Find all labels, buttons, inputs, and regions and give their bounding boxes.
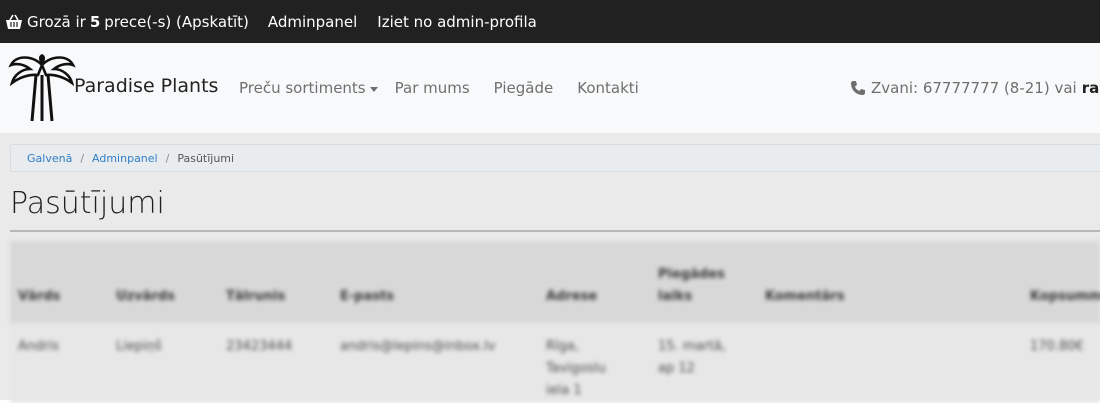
table-header: Vārds Uzvārds Tālrunis E-pasts Adrese Pi…	[10, 241, 1100, 323]
palm-logo-icon[interactable]	[8, 53, 76, 123]
cell-phone: 23423444	[226, 339, 293, 354]
nav-links: Preču sortiments Par mums Piegāde Kontak…	[239, 79, 639, 97]
title-divider	[10, 230, 1100, 232]
cart-prefix: Grozā ir	[27, 12, 86, 31]
cart-count: 5	[89, 12, 101, 31]
breadcrumb-admin[interactable]: Adminpanel	[92, 152, 158, 165]
cell-name: Andris	[18, 339, 60, 354]
nav-contacts[interactable]: Kontakti	[577, 79, 639, 97]
cell-surname: Liepiņš	[116, 339, 162, 354]
header-delivery-line1: Piegādes	[658, 267, 725, 282]
logout-link[interactable]: Iziet no admin-profila	[377, 13, 537, 31]
page-title: Pasūtījumi	[10, 186, 165, 221]
header-phone: Tālrunis	[226, 289, 286, 304]
cell-address-line3: iela 1	[546, 383, 582, 398]
phone-icon	[851, 81, 865, 95]
header-comment: Komentārs	[765, 289, 845, 304]
cell-email: andris@lepins@inbox.lv	[340, 339, 496, 354]
cell-delivery-line2: ap 12	[658, 361, 695, 376]
cart-link[interactable]: Grozā ir 5 prece(-s) (Apskatīt)	[5, 13, 249, 31]
nav-about[interactable]: Par mums	[395, 79, 470, 97]
table-row[interactable]: Andris Liepiņš 23423444 andris@lepins@in…	[10, 323, 1100, 403]
cell-address-line2: Tavigoslu	[546, 361, 606, 376]
orders-table: Vārds Uzvārds Tālrunis E-pasts Adrese Pi…	[10, 241, 1100, 403]
top-bar: Grozā ir 5 prece(-s) (Apskatīt) Adminpan…	[0, 0, 1100, 43]
breadcrumb-separator: /	[165, 151, 170, 165]
header-address: Adrese	[546, 289, 598, 304]
header-total: Kopsumma	[1030, 289, 1100, 304]
cell-address-line1: Rīga,	[546, 339, 579, 354]
caret-down-icon	[369, 86, 378, 92]
write-link[interactable]: raksti	[1082, 79, 1100, 97]
breadcrumb-separator: /	[80, 151, 85, 165]
breadcrumb: Galvenā / Adminpanel / Pasūtījumi	[10, 144, 1100, 172]
breadcrumb-current: Pasūtījumi	[177, 151, 235, 165]
nav-assortment-dropdown[interactable]: Preču sortiments	[239, 79, 378, 97]
cell-total: 170.80€	[1030, 339, 1084, 354]
header-name: Vārds	[18, 289, 61, 304]
header-email: E-pasts	[340, 289, 395, 304]
adminpanel-link[interactable]: Adminpanel	[268, 13, 357, 31]
cart-suffix: prece(-s) (Apskatīt)	[104, 12, 249, 31]
main-navbar: Paradise Plants Preču sortiments Par mum…	[0, 43, 1100, 133]
header-delivery-line2: laiks	[658, 289, 693, 304]
content-area: Galvenā / Adminpanel / Pasūtījumi Pasūtī…	[0, 133, 1100, 403]
header-surname: Uzvārds	[116, 289, 175, 304]
brand-name[interactable]: Paradise Plants	[74, 75, 218, 97]
phone-contact: Zvani: 67777777 (8-21) vai raksti	[850, 79, 1100, 97]
nav-shipping[interactable]: Piegāde	[494, 79, 554, 97]
nav-assortment-label: Preču sortiments	[239, 79, 366, 97]
basket-icon	[6, 14, 22, 29]
cell-delivery-line1: 15. martā,	[658, 339, 726, 354]
breadcrumb-home[interactable]: Galvenā	[27, 152, 72, 165]
phone-text: Zvani: 67777777 (8-21) vai	[871, 79, 1077, 97]
